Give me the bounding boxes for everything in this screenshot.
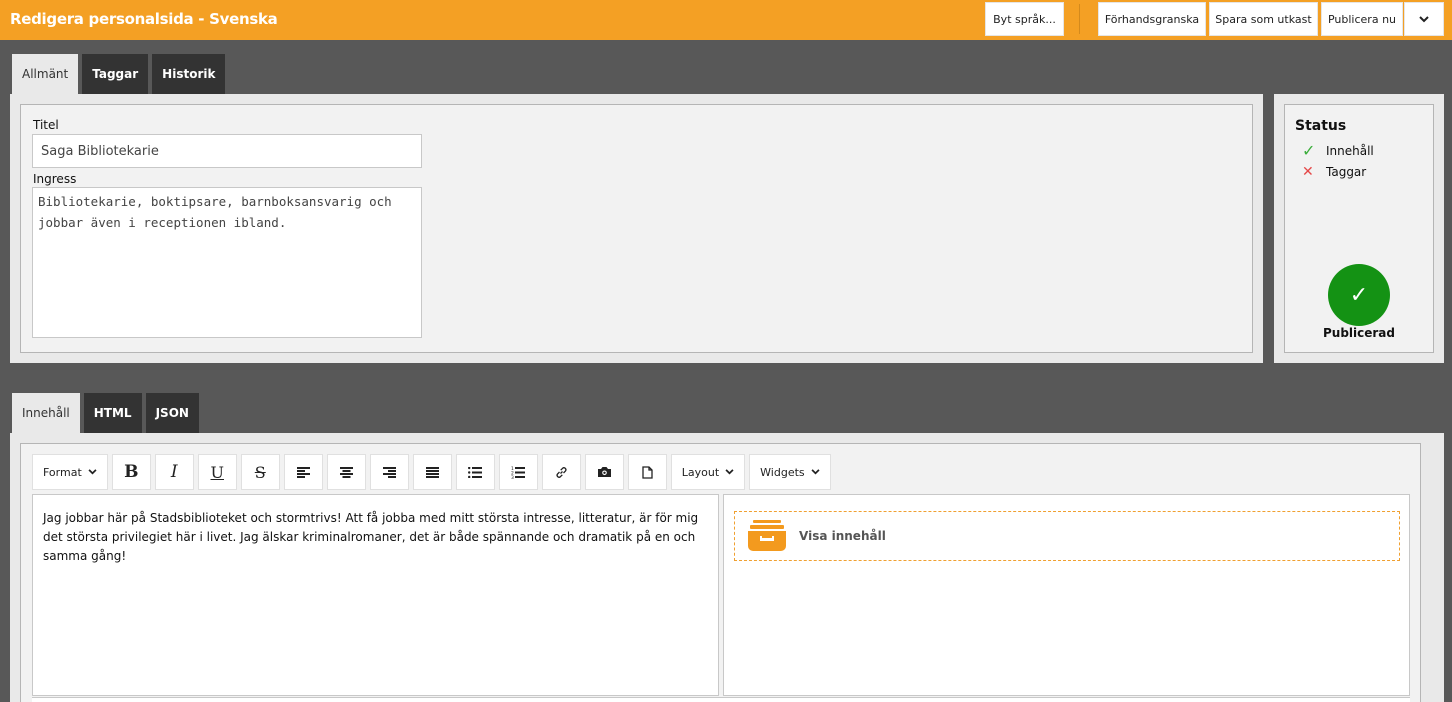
- svg-text:3: 3: [511, 475, 514, 479]
- page-title: Redigera personalsida - Svenska: [10, 10, 278, 28]
- justify-button[interactable]: [412, 454, 452, 490]
- status-item-label: Innehåll: [1326, 143, 1374, 158]
- tab-json[interactable]: JSON: [145, 393, 199, 433]
- camera-icon: [597, 467, 611, 477]
- align-center-icon: [339, 466, 353, 478]
- widget-label: Visa innehåll: [799, 529, 886, 543]
- align-center-button[interactable]: [326, 454, 366, 490]
- intro-label: Ingress: [33, 172, 77, 186]
- tab-tags[interactable]: Taggar: [82, 54, 149, 94]
- publish-now-button[interactable]: Publicera nu: [1321, 2, 1403, 36]
- numbered-list-button[interactable]: 123: [498, 454, 538, 490]
- link-button[interactable]: [541, 454, 581, 490]
- status-item-content: ✓ Innehåll: [1302, 141, 1374, 160]
- layout-dropdown[interactable]: Layout: [670, 454, 746, 490]
- publish-options-button[interactable]: [1404, 2, 1444, 36]
- file-icon: [642, 465, 653, 479]
- toolbar-divider: [1079, 4, 1080, 34]
- tab-content[interactable]: Innehåll: [12, 393, 80, 433]
- widgets-label: Widgets: [760, 465, 805, 479]
- general-tabs: Allmänt Taggar Historik: [12, 54, 226, 94]
- change-language-button[interactable]: Byt språk...: [985, 2, 1064, 36]
- align-right-icon: [382, 466, 396, 478]
- chevron-down-icon: [88, 469, 97, 475]
- status-item-label: Taggar: [1326, 165, 1367, 179]
- tab-html[interactable]: HTML: [83, 393, 142, 433]
- status-heading: Status: [1295, 118, 1347, 134]
- intro-textarea[interactable]: Bibliotekarie, boktipsare, barnboksansva…: [32, 187, 422, 338]
- save-draft-button[interactable]: Spara som utkast: [1209, 2, 1318, 36]
- format-dropdown[interactable]: Format: [32, 454, 108, 490]
- bullet-list-button[interactable]: [455, 454, 495, 490]
- title-label: Titel: [33, 118, 59, 132]
- align-justify-icon: [425, 466, 439, 478]
- archive-box-icon: [748, 520, 786, 551]
- check-icon: ✓: [1302, 141, 1316, 160]
- format-label: Format: [43, 465, 82, 479]
- bullet-list-icon: [468, 466, 483, 478]
- content-editor[interactable]: Jag jobbar här på Stadsbiblioteket och s…: [32, 494, 719, 696]
- layout-label: Layout: [681, 465, 720, 479]
- insert-image-button[interactable]: [584, 454, 624, 490]
- chevron-down-icon: [725, 469, 734, 475]
- insert-file-button[interactable]: [627, 454, 667, 490]
- editor-toolbar: Format B I U S 123 Layout Widgets: [32, 454, 831, 490]
- preview-button[interactable]: Förhandsgranska: [1098, 2, 1206, 36]
- tab-history[interactable]: Historik: [152, 54, 226, 94]
- align-left-icon: [296, 466, 310, 478]
- chevron-down-icon: [1419, 15, 1429, 22]
- link-icon: [556, 466, 567, 478]
- numbered-list-icon: 123: [511, 466, 526, 479]
- status-item-tags: ✕ Taggar: [1302, 164, 1366, 180]
- published-check-icon: ✓: [1328, 264, 1390, 326]
- published-label: Publicerad: [1322, 326, 1395, 340]
- strikethrough-button[interactable]: S: [240, 454, 280, 490]
- underline-button[interactable]: U: [197, 454, 237, 490]
- widgets-dropdown[interactable]: Widgets: [749, 454, 831, 490]
- cross-icon: ✕: [1302, 164, 1314, 180]
- italic-button[interactable]: I: [154, 454, 194, 490]
- chevron-down-icon: [811, 469, 820, 475]
- top-bar: Redigera personalsida - Svenska Byt språ…: [0, 0, 1452, 40]
- show-content-widget[interactable]: Visa innehåll: [734, 511, 1400, 561]
- align-left-button[interactable]: [283, 454, 323, 490]
- editor-bottom-row: [32, 697, 1410, 702]
- title-input[interactable]: Saga Bibliotekarie: [32, 134, 422, 168]
- editor-tabs: Innehåll HTML JSON: [12, 393, 199, 433]
- bold-button[interactable]: B: [111, 454, 151, 490]
- tab-general[interactable]: Allmänt: [12, 54, 79, 94]
- align-right-button[interactable]: [369, 454, 409, 490]
